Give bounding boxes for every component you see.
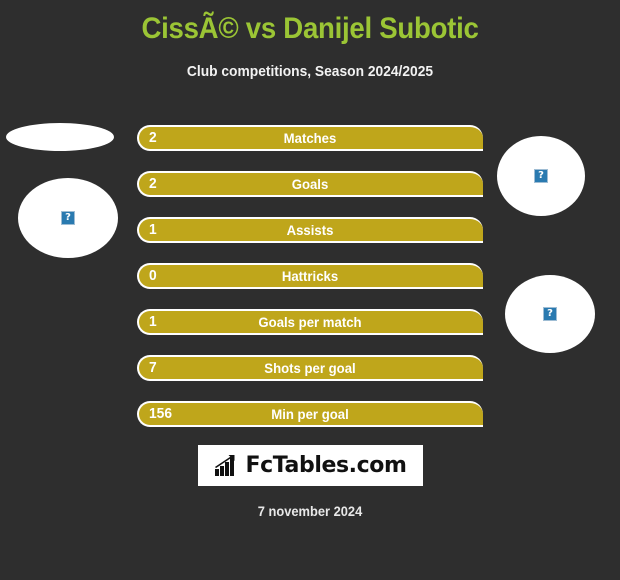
stat-row: 1 Goals per match [137,309,483,335]
broken-image-icon: ? [61,211,75,225]
stats-bar-list: 2 Matches 2 Goals 1 Assists 0 Hattricks … [137,125,483,447]
stat-row: 0 Hattricks [137,263,483,289]
stat-label: Shots per goal [264,360,356,376]
left-player-image-placeholder: ? [18,178,118,258]
stat-label: Goals per match [258,314,362,330]
stat-row: 2 Matches [137,125,483,151]
broken-image-icon: ? [534,169,548,183]
fctables-logo-text: FcTables.com [245,453,407,478]
page-subtitle: Club competitions, Season 2024/2025 [186,63,434,80]
stat-label: Assists [286,222,334,238]
stat-row: 1 Assists [137,217,483,243]
stat-row: 2 Goals [137,171,483,197]
bar-chart-growth-icon [215,454,235,476]
stat-row: 156 Min per goal [137,401,483,427]
right-player-top-image-placeholder: ? [497,136,585,216]
fctables-logo[interactable]: FcTables.com [198,445,423,486]
infographic-canvas: CissÃ© vs Danijel Subotic Club competiti… [0,0,620,580]
left-player-top-image-placeholder [6,123,114,151]
date-label: 7 november 2024 [257,503,363,519]
right-player-image-placeholder: ? [505,275,595,353]
broken-image-icon: ? [543,307,557,321]
page-title: CissÃ© vs Danijel Subotic [141,12,479,45]
stat-label: Matches [283,130,337,146]
stat-label: Hattricks [281,268,339,284]
stat-label: Goals [291,176,329,192]
stat-row: 7 Shots per goal [137,355,483,381]
stat-label: Min per goal [271,406,349,422]
